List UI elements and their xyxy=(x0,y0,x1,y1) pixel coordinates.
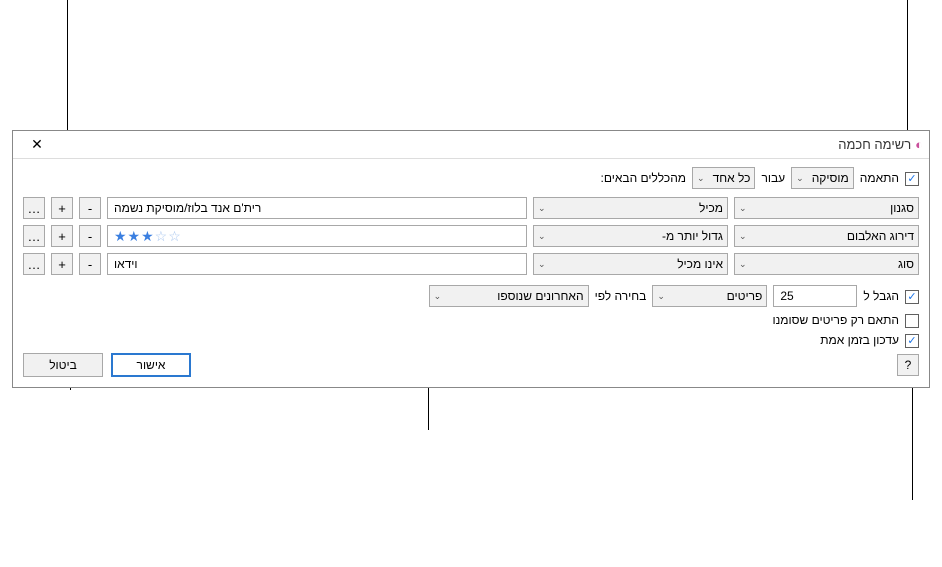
for-label: עבור xyxy=(761,171,785,185)
remove-rule-button[interactable]: - xyxy=(79,225,101,247)
rule-value-stars[interactable]: ★★★☆☆ xyxy=(107,225,527,247)
add-rule-button[interactable]: + xyxy=(51,225,73,247)
close-icon: ✕ xyxy=(31,136,43,153)
rule-value-input[interactable]: וידאו xyxy=(107,253,527,275)
chevron-down-icon: ⌄ xyxy=(739,259,747,270)
limit-count-input[interactable]: 25 xyxy=(773,285,857,307)
rule-value-text: רית'ם אנד בלוז/מוסיקת נשמה xyxy=(114,201,261,215)
more-rule-button[interactable]: … xyxy=(23,225,45,247)
match-row: התאמה מוסיקה ⌄ עבור כל אחד ⌄ מהכללים הבא… xyxy=(23,167,919,189)
match-checked-row: התאם רק פריטים שסומנו xyxy=(23,313,919,327)
live-update-label: עדכון בזמן אמת xyxy=(820,333,899,347)
close-button[interactable]: ✕ xyxy=(17,133,57,157)
rule-row: סוג ⌄ אינו מכיל ⌄ וידאו-+ … xyxy=(23,253,919,275)
match-label: התאמה xyxy=(860,171,899,185)
rules-suffix: מהכללים הבאים: xyxy=(601,171,687,185)
chevron-down-icon: ⌄ xyxy=(538,203,546,214)
limit-unit-select[interactable]: פריטים ⌄ xyxy=(652,285,767,307)
chevron-down-icon: ⌄ xyxy=(657,291,665,302)
rule-operator-select[interactable]: אינו מכיל ⌄ xyxy=(533,253,728,275)
chevron-down-icon: ⌄ xyxy=(796,173,804,184)
limit-row: הגבל ל 25 פריטים ⌄ בחירה לפי האחרונים שנ… xyxy=(23,285,919,307)
chevron-down-icon: ⌄ xyxy=(538,259,546,270)
cancel-button[interactable]: ביטול xyxy=(23,353,103,377)
match-mode-select[interactable]: כל אחד ⌄ xyxy=(692,167,755,189)
rule-field-value: סגנון xyxy=(890,201,914,215)
match-checked-only-label: התאם רק פריטים שסומנו xyxy=(772,313,899,327)
ok-button-label: אישור xyxy=(137,358,166,372)
rule-operator-value: אינו מכיל xyxy=(677,257,723,271)
chevron-down-icon: ⌄ xyxy=(434,291,442,302)
dialog-title: רשימה חכמה xyxy=(838,137,911,152)
add-rule-button[interactable]: + xyxy=(51,253,73,275)
star-rating: ★★★☆☆ xyxy=(114,228,182,245)
help-button[interactable]: ? xyxy=(897,354,919,376)
match-checkbox[interactable] xyxy=(905,172,919,186)
selected-by-select[interactable]: האחרונים שנוספו ⌄ xyxy=(429,285,589,307)
source-select-value: מוסיקה xyxy=(812,171,849,185)
limit-checkbox[interactable] xyxy=(905,290,919,304)
titlebar: ◐ רשימה חכמה ✕ xyxy=(13,131,929,159)
rule-row: סגנון ⌄ מכיל ⌄ רית'ם אנד בלוז/מוסיקת נשמה-+ … xyxy=(23,197,919,219)
smart-playlist-dialog: ◐ רשימה חכמה ✕ התאמה מוסיקה ⌄ עבור כל אח… xyxy=(12,130,930,388)
live-update-checkbox[interactable] xyxy=(905,334,919,348)
source-select[interactable]: מוסיקה ⌄ xyxy=(791,167,854,189)
rule-field-select[interactable]: סגנון ⌄ xyxy=(734,197,919,219)
ok-button[interactable]: אישור xyxy=(111,353,191,377)
rule-value-text: וידאו xyxy=(114,257,138,271)
more-rule-button[interactable]: … xyxy=(23,253,45,275)
rules-list: סגנון⌄מכיל⌄רית'ם אנד בלוז/מוסיקת נשמה-+…… xyxy=(23,197,919,275)
rule-operator-value: גדול יותר מ- xyxy=(662,229,723,243)
rule-operator-select[interactable]: מכיל ⌄ xyxy=(533,197,728,219)
rule-field-value: דירוג האלבום xyxy=(847,229,914,243)
chevron-down-icon: ⌄ xyxy=(697,173,705,184)
cancel-button-label: ביטול xyxy=(49,358,77,372)
chevron-down-icon: ⌄ xyxy=(739,231,747,242)
limit-count-value: 25 xyxy=(780,289,793,303)
rule-value-input[interactable]: רית'ם אנד בלוז/מוסיקת נשמה xyxy=(107,197,527,219)
help-icon: ? xyxy=(905,358,912,372)
live-update-row: עדכון בזמן אמת xyxy=(23,333,919,347)
match-checked-only-checkbox[interactable] xyxy=(905,314,919,328)
rule-field-value: סוג xyxy=(898,257,914,271)
playlist-icon: ◐ xyxy=(915,137,923,152)
more-rule-button[interactable]: … xyxy=(23,197,45,219)
remove-rule-button[interactable]: - xyxy=(79,253,101,275)
selected-by-value: האחרונים שנוספו xyxy=(497,289,583,303)
rule-field-select[interactable]: סוג ⌄ xyxy=(734,253,919,275)
callout-line xyxy=(912,370,913,500)
selected-by-label: בחירה לפי xyxy=(595,289,647,303)
rule-field-select[interactable]: דירוג האלבום ⌄ xyxy=(734,225,919,247)
limit-label: הגבל ל xyxy=(863,289,899,303)
rule-operator-select[interactable]: גדול יותר מ- ⌄ xyxy=(533,225,728,247)
rule-operator-value: מכיל xyxy=(699,201,723,215)
chevron-down-icon: ⌄ xyxy=(739,203,747,214)
chevron-down-icon: ⌄ xyxy=(538,231,546,242)
rule-row: דירוג האלבום ⌄ גדול יותר מ- ⌄ ★★★☆☆-+ … xyxy=(23,225,919,247)
limit-unit-value: פריטים xyxy=(727,289,763,303)
add-rule-button[interactable]: + xyxy=(51,197,73,219)
remove-rule-button[interactable]: - xyxy=(79,197,101,219)
match-mode-value: כל אחד xyxy=(713,171,751,185)
bottom-bar: ? אישור ביטול xyxy=(23,353,919,377)
